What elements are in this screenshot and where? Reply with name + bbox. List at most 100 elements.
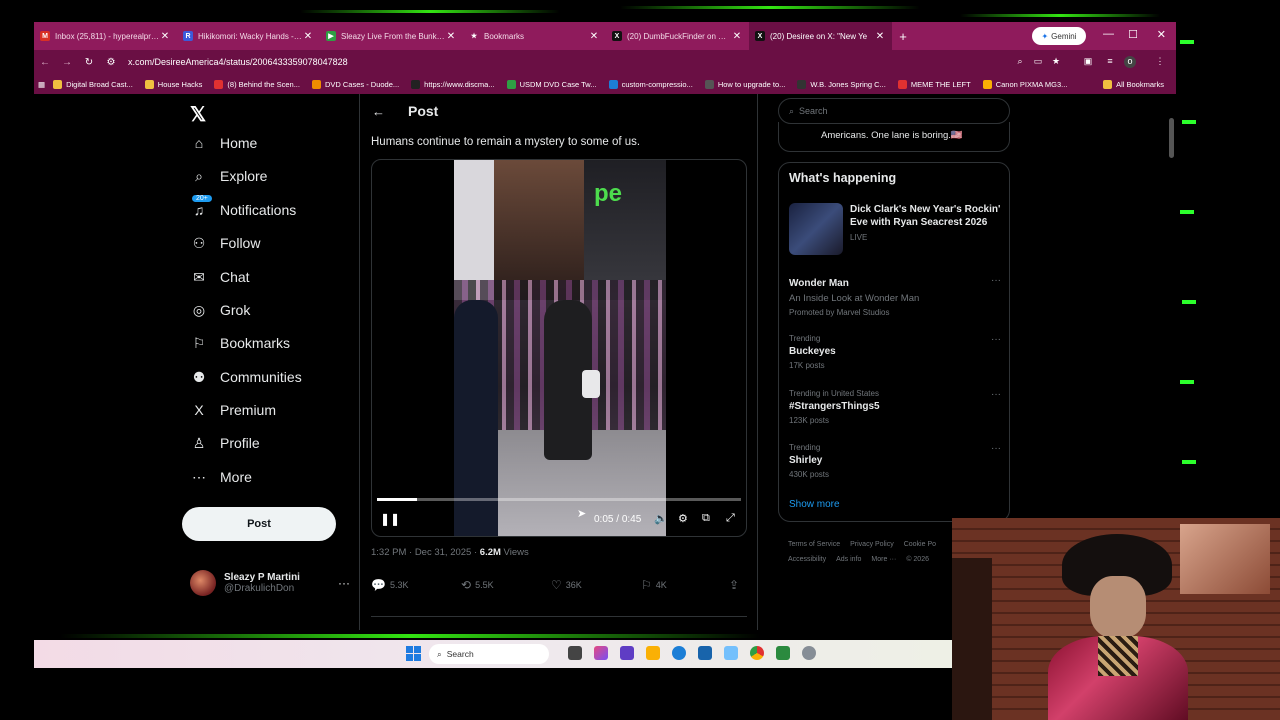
more-dots-icon[interactable]: ···	[991, 389, 1001, 400]
nav-item-more[interactable]: ⋯ More	[190, 468, 252, 486]
footer-link[interactable]: More ···	[871, 556, 896, 563]
nav-item-profile[interactable]: ♙ Profile	[190, 434, 260, 452]
bookmark-item[interactable]: House Hacks	[144, 79, 202, 89]
close-window-icon[interactable]: ✕	[1157, 28, 1166, 41]
windows-start-icon[interactable]	[406, 646, 421, 661]
store-icon[interactable]	[698, 646, 712, 660]
task-view-icon[interactable]	[568, 646, 582, 660]
copilot-icon[interactable]	[594, 646, 608, 660]
volume-icon[interactable]: 🔈	[654, 512, 668, 525]
nav-item-notifications[interactable]: ♫ Notifications 20+	[190, 195, 296, 219]
all-bookmarks-folder[interactable]: All Bookmarks	[1103, 79, 1164, 89]
file-explorer-icon[interactable]	[646, 646, 660, 660]
bookmark-item[interactable]: How to upgrade to...	[704, 79, 785, 89]
footer-link[interactable]: Privacy Policy	[850, 541, 894, 548]
nav-item-grok[interactable]: ◎ Grok	[190, 301, 250, 319]
trend-item[interactable]: Trending Buckeyes 17K posts ···	[789, 334, 1001, 370]
footer-link[interactable]: Ads info	[836, 556, 861, 563]
cast-icon[interactable]: ▭	[1032, 56, 1044, 68]
tab-close-icon[interactable]: ✕	[445, 31, 457, 42]
teams-icon[interactable]	[620, 646, 634, 660]
video-player[interactable]: pe ❚❚ 0:05 / 0:45 🔈 ⚙ ⧉ ⤢ ➤	[371, 159, 747, 537]
new-tab-button[interactable]: +	[892, 29, 914, 44]
apps-icon[interactable]: ▦	[38, 80, 45, 89]
trend-item[interactable]: Trending Shirley 430K posts ···	[789, 443, 1001, 479]
bookmark-item[interactable]: Canon PIXMA MG3...	[982, 79, 1067, 89]
scrollbar-thumb[interactable]	[1169, 118, 1174, 158]
nav-item-bookmarks[interactable]: ⚐ Bookmarks	[190, 334, 290, 352]
app-green-icon[interactable]	[776, 646, 790, 660]
browser-tab[interactable]: X (20) Desiree on X: "New Ye ✕	[749, 22, 892, 50]
footer-link[interactable]: © 2026	[906, 556, 929, 563]
back-icon[interactable]: ←	[34, 57, 56, 68]
search-input[interactable]: ⌕ Search	[778, 98, 1010, 124]
zoom-icon[interactable]: ⌕	[1014, 56, 1026, 68]
live-thumbnail[interactable]	[789, 203, 843, 255]
settings-gear-icon[interactable]: ⚙	[678, 512, 688, 525]
back-arrow-icon[interactable]: ←	[372, 104, 385, 119]
x-logo-icon[interactable]: 𝕏	[190, 102, 206, 127]
footer-link[interactable]: Cookie Po	[904, 541, 936, 548]
bookmark-item[interactable]: (8) Behind the Scen...	[214, 79, 300, 89]
tab-close-icon[interactable]: ✕	[159, 31, 171, 42]
trend-item[interactable]: Wonder Man An Inside Look at Wonder Man Pr…	[789, 275, 1001, 317]
maximize-icon[interactable]: ☐	[1128, 28, 1138, 41]
show-more-link[interactable]: Show more	[789, 499, 840, 510]
video-progress-bar[interactable]	[377, 498, 741, 501]
tab-close-icon[interactable]: ✕	[588, 31, 600, 42]
url-field[interactable]: x.com/DesireeAmerica4/status/20064333590…	[128, 57, 348, 67]
tab-close-icon[interactable]: ✕	[874, 31, 886, 42]
browser-tab[interactable]: R Hikikomori: Wacky Hands - Re ✕	[177, 22, 320, 50]
bookmark-item[interactable]: Digital Broad Cast...	[53, 79, 133, 89]
tab-close-icon[interactable]: ✕	[302, 31, 314, 42]
extensions-icon[interactable]: ▣	[1082, 56, 1094, 68]
edge-icon[interactable]	[672, 646, 686, 660]
picture-in-picture-icon[interactable]: ⧉	[702, 512, 710, 525]
live-event-title[interactable]: Dick Clark's New Year's Rockin' Eve with…	[850, 203, 1004, 229]
bookmark-item[interactable]: W.B. Jones Spring C...	[797, 79, 886, 89]
bookmark-item[interactable]: USDM DVD Case Tw...	[506, 79, 597, 89]
bookmark-item[interactable]: https://www.discma...	[411, 79, 495, 89]
browser-tab[interactable]: ★ Bookmarks ✕	[463, 22, 606, 50]
taskbar-search[interactable]: ⌕ Search	[429, 644, 549, 664]
browser-tab[interactable]: M Inbox (25,811) - hyperealprodu ✕	[34, 22, 177, 50]
more-dots-icon[interactable]: ···	[991, 334, 1001, 345]
account-switcher[interactable]: Sleazy P Martini @DrakulichDon ···	[190, 570, 350, 596]
profile-avatar-icon[interactable]: o	[1124, 56, 1136, 68]
bookmark-item[interactable]: DVD Cases - Duode...	[311, 79, 399, 89]
reading-list-icon[interactable]: ≡	[1104, 56, 1116, 68]
reply-composer[interactable]	[371, 616, 747, 630]
more-dots-icon[interactable]: ···	[991, 275, 1001, 286]
fullscreen-icon[interactable]: ⤢	[726, 512, 735, 525]
bookmark-star-icon[interactable]: ★	[1050, 56, 1062, 68]
more-dots-icon[interactable]: ···	[991, 443, 1001, 454]
footer-link[interactable]: Terms of Service	[788, 541, 840, 548]
nav-item-follow[interactable]: ⚇ Follow	[190, 234, 261, 252]
trend-item[interactable]: Trending in United States #StrangersThing…	[789, 389, 1001, 425]
bookmark-button[interactable]: ⚐ 4K	[641, 578, 667, 592]
nav-item-home[interactable]: ⌂ Home	[190, 134, 258, 152]
compose-post-button[interactable]: Post	[182, 507, 336, 541]
nav-item-explore[interactable]: ⌕ Explore	[190, 167, 267, 185]
bookmark-item[interactable]: MEME THE LEFT	[897, 79, 971, 89]
repost-button[interactable]: ⟲ 5.5K	[461, 578, 494, 592]
nav-item-chat[interactable]: ✉ Chat	[190, 268, 249, 286]
browser-menu-icon[interactable]: ⋮	[1154, 56, 1166, 68]
like-button[interactable]: ♡ 36K	[551, 578, 582, 592]
share-icon[interactable]: ⇪	[729, 578, 743, 592]
browser-tab[interactable]: ▶ Sleazy Live From the Bunker 12 ✕	[320, 22, 463, 50]
pause-icon[interactable]: ❚❚	[380, 512, 400, 526]
tab-close-icon[interactable]: ✕	[731, 31, 743, 42]
gemini-button[interactable]: ✦ Gemini	[1032, 27, 1086, 45]
app-icon[interactable]	[724, 646, 738, 660]
forward-icon[interactable]: →	[56, 57, 78, 68]
nav-item-premium[interactable]: X Premium	[190, 401, 276, 419]
minimize-icon[interactable]: —	[1103, 28, 1114, 40]
browser-tab[interactable]: X (20) DumbFuckFinder on X: "N ✕	[606, 22, 749, 50]
bookmark-item[interactable]: custom-compressio...	[608, 79, 693, 89]
reload-icon[interactable]: ↻	[78, 57, 100, 68]
settings-gear-icon[interactable]	[802, 646, 816, 660]
site-settings-icon[interactable]: ⚙	[100, 57, 122, 68]
footer-link[interactable]: Accessibility	[788, 556, 826, 563]
more-dots-icon[interactable]: ···	[338, 576, 350, 590]
